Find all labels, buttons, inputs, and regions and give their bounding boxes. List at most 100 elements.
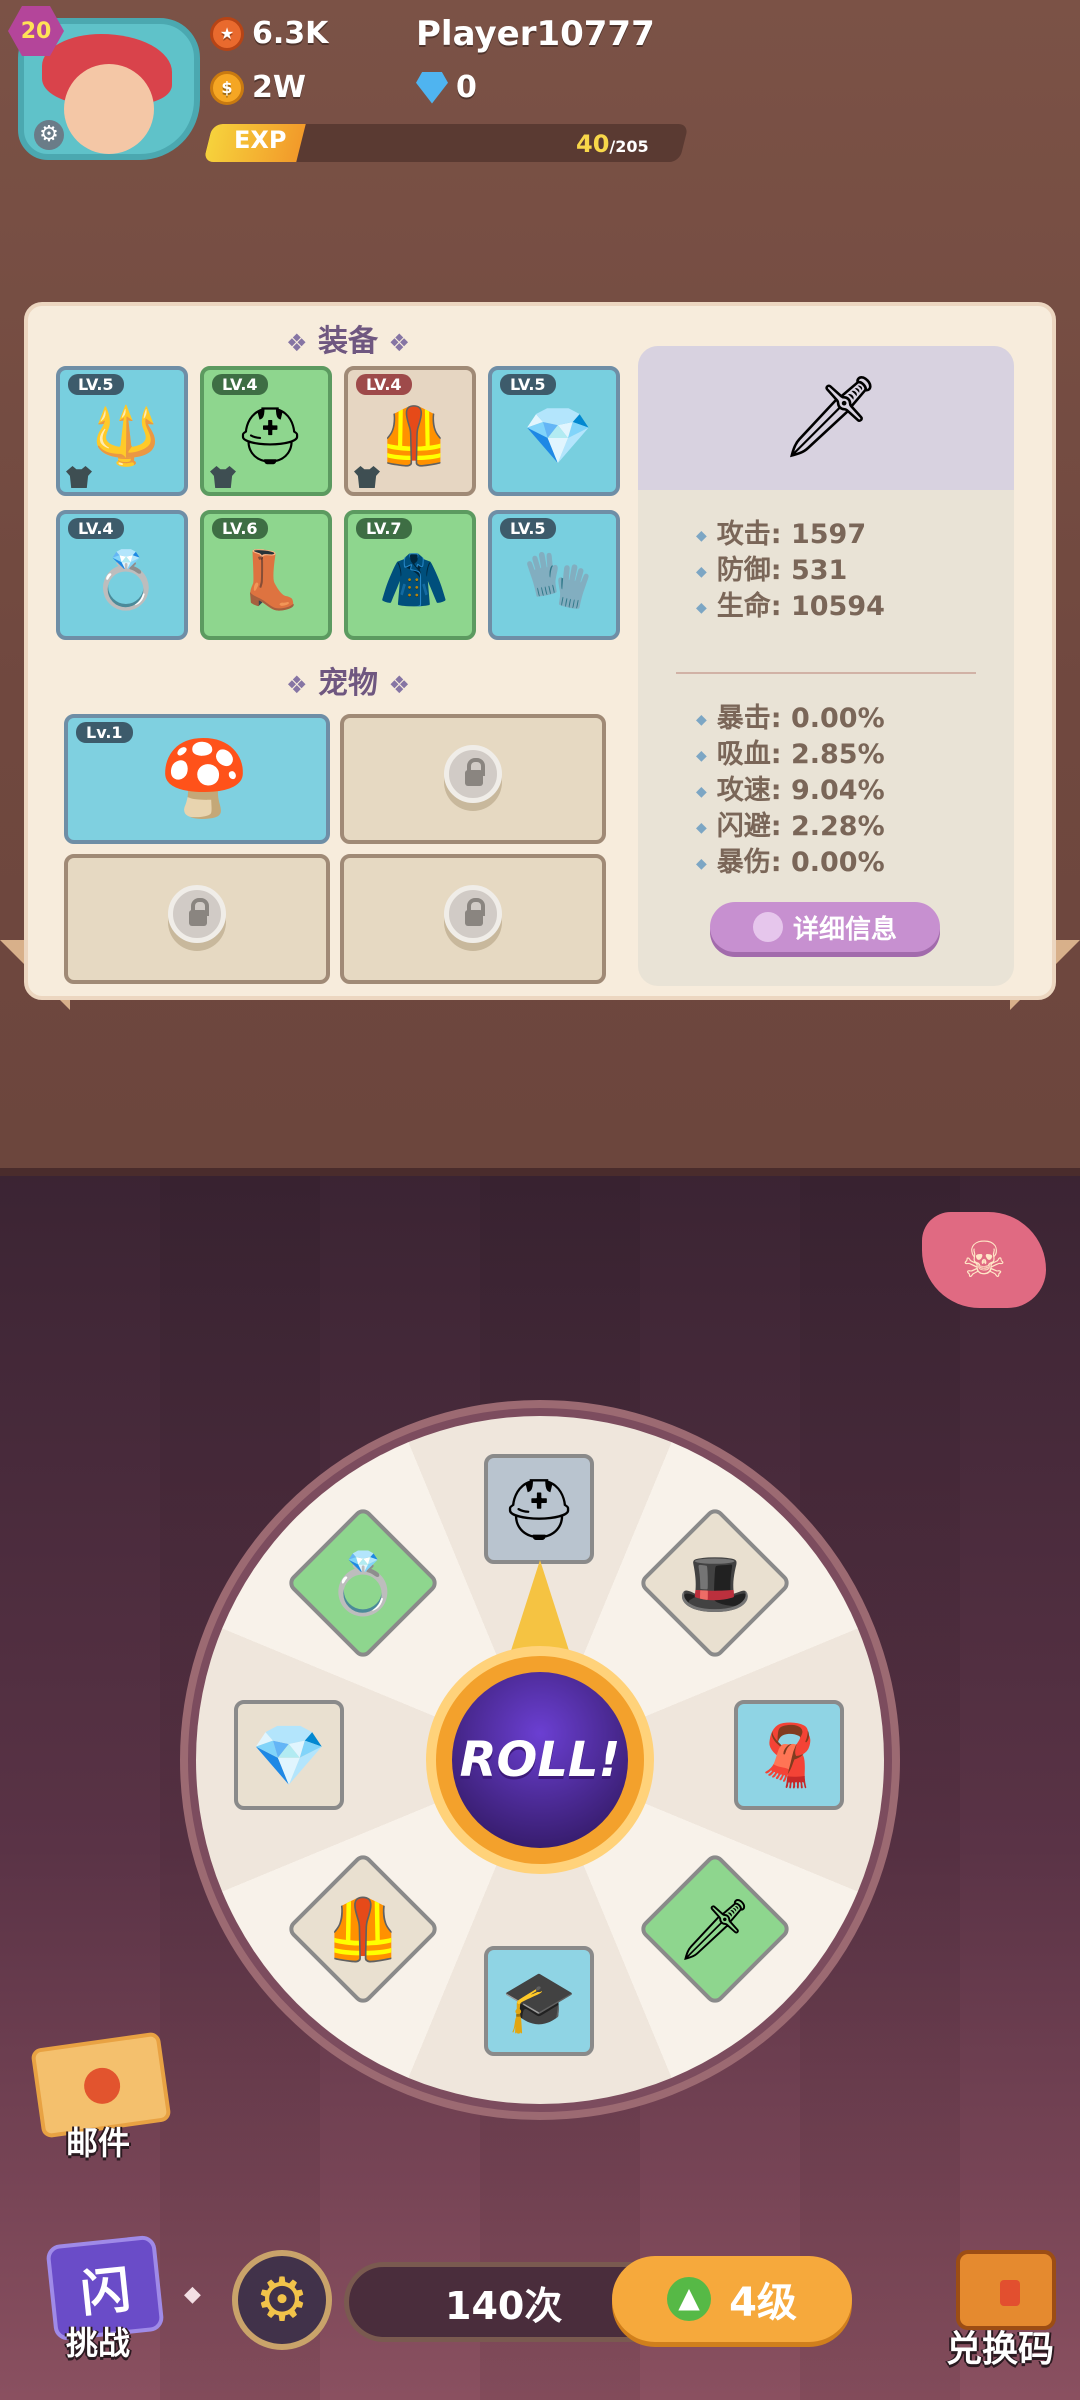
equipment-slot[interactable]: LV.5 💎: [488, 366, 620, 496]
stat-lifesteal: 吸血: 2.85%: [696, 732, 885, 771]
amulet-icon: 💎: [251, 1720, 327, 1791]
pet-slot[interactable]: Lv.1 🍄: [64, 714, 330, 844]
wizard-hat-icon: 🎓: [501, 1966, 577, 2037]
wheel-slot: ⛑: [484, 1454, 594, 1564]
player-name: Player10777: [416, 14, 655, 54]
armor-icon: 🦺: [379, 404, 449, 469]
stat-attack: 攻击: 1597: [696, 512, 866, 551]
locked-pet-slot[interactable]: [340, 714, 606, 844]
wheel-slot: 🎓: [484, 1946, 594, 2056]
chest-armor-icon: 🦺: [325, 1894, 401, 1965]
wheel-slot: 🧣: [734, 1700, 844, 1810]
equipment-level: LV.5: [500, 518, 556, 539]
equipment-section-title: ❖ 装备 ❖: [248, 316, 448, 360]
hero-character-icon: 🗡: [780, 370, 882, 463]
title-decoration-icon: ❖: [286, 671, 308, 699]
cloak-icon: 🧥: [379, 548, 449, 613]
equipment-slot[interactable]: LV.4 💍: [56, 510, 188, 640]
mushroom-pet-icon: 🍄: [158, 736, 251, 822]
exp-max: /205: [609, 137, 649, 156]
sword-icon: 🗡: [676, 1894, 754, 1965]
roll-button[interactable]: ROLL!: [426, 1646, 654, 1874]
challenge-icon: 闪: [77, 2260, 134, 2324]
equipment-slot[interactable]: LV.7 🧥: [344, 510, 476, 640]
boss-skull-button[interactable]: ☠: [922, 1212, 1046, 1308]
stat-hp: 生命: 10594: [696, 584, 885, 623]
equipment-level: LV.4: [68, 518, 124, 539]
challenge-label[interactable]: 挑战: [66, 2318, 130, 2364]
cape-icon: 🧣: [751, 1720, 827, 1791]
gauntlet-icon: 🧤: [523, 548, 593, 613]
coin-icon: $: [210, 70, 244, 105]
stats-panel: 🗡 攻击: 1597 防御: 531 生命: 10594 暴击: 0.00% 吸…: [638, 346, 1014, 986]
exp-label: EXP: [234, 126, 287, 154]
equipped-shirt-icon: [210, 466, 236, 488]
power-stat: ★ 6.3K: [210, 16, 328, 51]
exp-value: 40/205: [576, 130, 649, 158]
detail-info-button[interactable]: 详细信息: [710, 902, 940, 952]
necklace-icon: 💎: [523, 404, 593, 469]
gem-icon: [416, 71, 448, 104]
stat-defense: 防御: 531: [696, 548, 848, 587]
roll-label: ROLL!: [452, 1672, 628, 1848]
spin-count: 140次: [445, 2283, 563, 2328]
exp-current: 40: [576, 130, 610, 158]
equipment-slot[interactable]: LV.6 👢: [200, 510, 332, 640]
gold-stat: $ 2W: [210, 70, 306, 105]
list-icon: [752, 912, 783, 942]
equipment-level: LV.5: [68, 374, 124, 395]
lock-icon: [444, 745, 502, 803]
redeem-code-label[interactable]: 兑换码: [946, 2320, 1054, 2372]
staff-icon: 🔱: [91, 404, 161, 469]
stat-attack-speed: 攻速: 9.04%: [696, 768, 885, 807]
avatar-settings-icon[interactable]: ⚙: [34, 120, 64, 150]
title-decoration-icon: ❖: [286, 329, 308, 357]
stat-crit-damage: 暴伤: 0.00%: [696, 840, 885, 879]
stats-separator: [676, 672, 976, 674]
locked-pet-slot[interactable]: [64, 854, 330, 984]
stat-dodge: 闪避: 2.28%: [696, 804, 885, 843]
equipped-shirt-icon: [354, 466, 380, 488]
locked-pet-slot[interactable]: [340, 854, 606, 984]
stat-crit: 暴击: 0.00%: [696, 696, 885, 735]
title-decoration-icon: ❖: [388, 329, 410, 357]
equipped-shirt-icon: [66, 466, 92, 488]
arrow-up-icon: ▲: [667, 2277, 712, 2321]
equipment-level: LV.4: [356, 374, 412, 395]
equipment-level: LV.7: [356, 518, 412, 539]
horned-helmet-icon: ⛑: [234, 404, 306, 469]
pets-title: 宠物: [318, 666, 378, 701]
lock-icon: [168, 885, 226, 943]
equipment-level: LV.6: [212, 518, 268, 539]
pet-level: Lv.1: [76, 722, 133, 743]
helmet-icon: ⛑: [500, 1474, 578, 1545]
equipment-slot[interactable]: LV.5 🧤: [488, 510, 620, 640]
equipment-title: 装备: [318, 324, 378, 359]
sparkle-icon: ◆: [184, 2282, 201, 2307]
title-decoration-icon: ❖: [388, 671, 410, 699]
treasure-chest-icon[interactable]: [956, 2250, 1056, 2330]
settings-gear-button[interactable]: ⚙: [232, 2250, 332, 2350]
skull-icon: ☠: [961, 1231, 1007, 1289]
equipment-level: LV.4: [212, 374, 268, 395]
equipment-slot[interactable]: LV.4 🦺: [344, 366, 476, 496]
gear-icon: ⚙: [255, 2265, 309, 2335]
equipment-level: LV.5: [500, 374, 556, 395]
section-divider: [0, 1168, 1080, 1176]
trophy-icon: ★: [210, 16, 244, 51]
upgrade-button[interactable]: ▲ 4级: [612, 2256, 852, 2342]
avatar-face: [64, 64, 154, 154]
pets-section-title: ❖ 宠物 ❖: [248, 658, 448, 702]
mail-label[interactable]: 邮件: [66, 2118, 130, 2164]
power-value: 6.3K: [252, 16, 329, 51]
equipment-slot[interactable]: LV.5 🔱: [56, 366, 188, 496]
lock-icon: [444, 885, 502, 943]
wheel-slot: 💎: [234, 1700, 344, 1810]
gold-value: 2W: [252, 70, 306, 105]
equipment-slot[interactable]: LV.4 ⛑: [200, 366, 332, 496]
hat-icon: 🎩: [677, 1548, 753, 1619]
ring-icon: 💍: [91, 548, 161, 613]
ring-icon: 💍: [325, 1548, 401, 1619]
gem-value: 0: [456, 70, 477, 105]
gem-stat: 0: [416, 70, 477, 105]
